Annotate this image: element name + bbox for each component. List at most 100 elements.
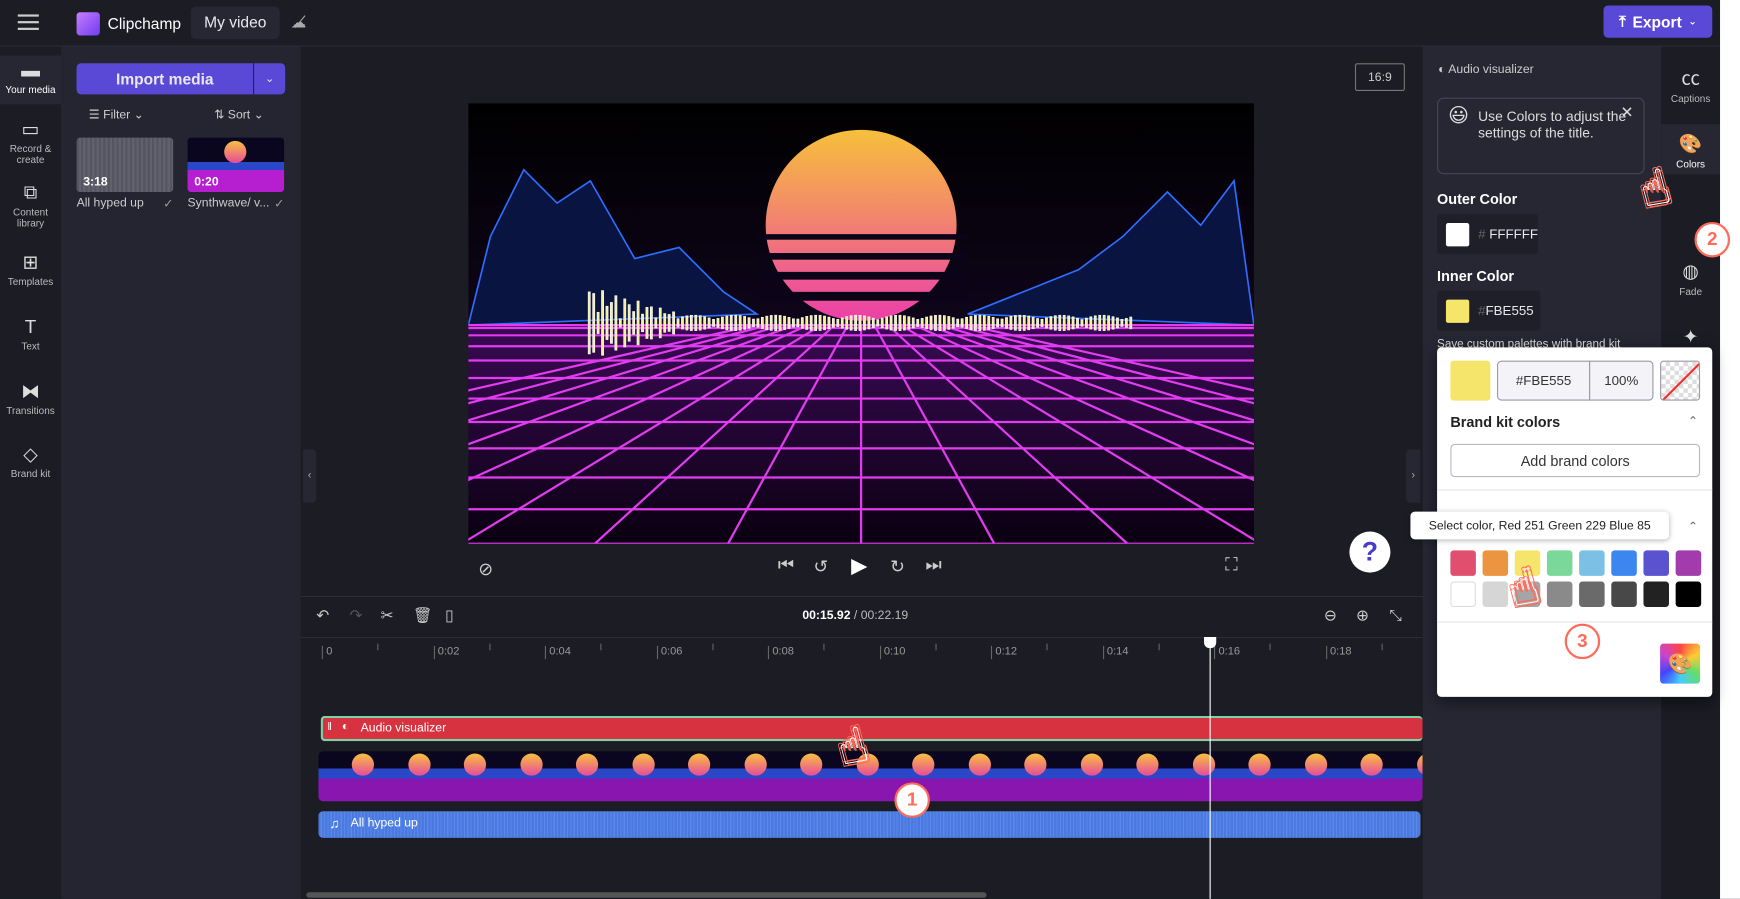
color-swatch[interactable] — [1546, 550, 1573, 576]
media-thumb-video[interactable]: 0:20 — [187, 137, 285, 192]
tab-fade[interactable]: ◍ Fade — [1661, 261, 1720, 298]
tip-box: 😃 Use Colors to adjust the settings of th… — [1437, 97, 1645, 175]
sort-button[interactable]: ⇅ Sort ⌄ — [214, 108, 264, 122]
drag-handle-icon[interactable]: ‖ — [327, 721, 332, 733]
waveform-bar — [756, 318, 760, 328]
color-swatch[interactable] — [1611, 550, 1637, 576]
waveform-bar — [951, 317, 955, 329]
waveform-bar — [734, 314, 738, 331]
tab-captions[interactable]: ㏄ Captions — [1661, 62, 1720, 105]
waveform-bar — [694, 314, 698, 331]
chevron-up-icon[interactable]: ⌃ — [1688, 519, 1698, 533]
color-swatch[interactable] — [1482, 581, 1509, 608]
scissors-icon[interactable]: ✂ — [381, 606, 394, 625]
skip-forward-icon[interactable]: ⏭ — [925, 556, 941, 576]
hide-preview-icon[interactable]: ⊘ — [478, 558, 493, 580]
video-frame-thumb — [1080, 753, 1103, 776]
undo-icon[interactable]: ↶ — [316, 606, 329, 625]
hamburger-icon[interactable] — [17, 14, 39, 30]
waveform-bar — [601, 290, 604, 356]
fullscreen-icon[interactable]: ⛶ — [1225, 556, 1237, 576]
rail-brand-kit[interactable]: ◇ Brand kit — [0, 444, 61, 479]
rail-record-create[interactable]: ▭ Record & create — [0, 119, 61, 165]
fit-timeline-icon[interactable]: ⤡ — [1389, 606, 1401, 625]
ruler-tick: 0:14 — [1102, 645, 1129, 660]
rail-templates[interactable]: ⊞ Templates — [0, 252, 61, 287]
tab-colors[interactable]: 🎨 Colors — [1661, 124, 1721, 175]
inner-color-label: Inner Color — [1437, 267, 1515, 285]
project-title[interactable]: My video — [190, 6, 280, 39]
hex-input[interactable]: #FBE555 — [1496, 360, 1591, 401]
panel-title-text: Audio visualizer — [1448, 63, 1534, 77]
color-swatch[interactable] — [1643, 550, 1669, 576]
aspect-ratio-button[interactable]: 16:9 — [1354, 63, 1405, 91]
zoom-out-icon[interactable]: ⊖ — [1324, 606, 1337, 625]
cloud-off-icon[interactable]: ☁̸ — [291, 13, 307, 32]
rail-text[interactable]: T Text — [0, 317, 61, 352]
color-swatch[interactable] — [1579, 581, 1605, 608]
waveform-bar — [632, 311, 636, 335]
tab-label: Colors — [1676, 158, 1706, 170]
waveform-bar — [827, 316, 831, 330]
playhead-handle[interactable] — [1203, 636, 1217, 649]
add-media-icon[interactable]: ▯ — [445, 606, 454, 625]
color-swatch[interactable] — [1450, 550, 1476, 576]
chevron-up-icon[interactable]: ⌃ — [1688, 414, 1698, 428]
rail-content-library[interactable]: ⧉ Content library — [0, 183, 61, 229]
waveform-bar — [903, 315, 906, 331]
collapse-right-handle[interactable]: › — [1405, 449, 1421, 503]
help-button[interactable]: ? — [1349, 531, 1391, 573]
waveform-bar — [685, 315, 689, 331]
title-track-audio-visualizer[interactable]: ‖ ◐ Audio visualizer — [320, 715, 1423, 742]
color-swatch[interactable] — [1643, 581, 1669, 608]
color-swatch[interactable] — [1546, 581, 1573, 608]
color-swatch[interactable] — [1579, 550, 1605, 576]
video-frame-thumb — [912, 753, 935, 776]
waveform-bar — [716, 318, 720, 328]
media-item-name: All hyped up — [76, 196, 144, 210]
waveform-bar — [818, 315, 822, 331]
inner-color-field[interactable]: #FBE555 — [1437, 290, 1541, 331]
rail-transitions[interactable]: ⧓ Transitions — [0, 381, 61, 416]
collapse-left-handle[interactable]: ‹ — [302, 449, 317, 503]
playhead[interactable] — [1203, 636, 1217, 899]
ruler-tick: 0 — [321, 645, 332, 660]
custom-color-palette-button[interactable]: 🎨 — [1660, 643, 1701, 684]
rail-label: Your media — [5, 84, 56, 96]
export-button[interactable]: ⤒ Export ⌄ — [1603, 5, 1713, 38]
rail-label: Content library — [13, 206, 49, 229]
waveform-bar — [636, 300, 640, 346]
rail-your-media[interactable]: ▬ Your media — [0, 55, 62, 105]
outer-color-field[interactable]: # FFFFFF — [1437, 214, 1538, 255]
trash-icon[interactable]: 🗑 — [413, 606, 433, 625]
color-swatch[interactable] — [1675, 550, 1702, 576]
waveform-bar — [960, 318, 964, 328]
waveform-bar — [1053, 315, 1057, 331]
timeline-scrollbar[interactable] — [306, 892, 987, 898]
color-swatch[interactable] — [1611, 581, 1637, 608]
add-brand-colors-button[interactable]: Add brand colors — [1450, 443, 1701, 478]
waveform-bar — [907, 316, 911, 330]
color-swatch[interactable] — [1450, 581, 1476, 608]
opacity-input[interactable]: 100% — [1589, 360, 1654, 401]
video-frame-thumb — [1248, 753, 1271, 776]
forward-5-icon[interactable]: ↻ — [890, 556, 905, 578]
outer-swatch[interactable] — [1445, 222, 1470, 246]
redo-icon[interactable]: ↷ — [350, 606, 363, 625]
audio-track[interactable]: ♫ All hyped up — [318, 811, 1421, 838]
media-thumb-audio[interactable]: 3:18 — [76, 137, 174, 192]
play-icon[interactable]: ▶ — [851, 554, 867, 580]
waveform-bar — [1111, 316, 1115, 330]
ruler-minor-tick — [934, 643, 937, 651]
video-frame-thumb — [1304, 753, 1327, 776]
skip-back-icon[interactable]: ⏮ — [778, 556, 794, 576]
close-icon[interactable]: ✕ — [1620, 104, 1633, 121]
color-swatch[interactable] — [1675, 581, 1702, 608]
zoom-in-icon[interactable]: ⊕ — [1356, 606, 1369, 625]
import-dropdown-chevron-icon[interactable]: ⌄ — [254, 63, 286, 95]
rewind-5-icon[interactable]: ↺ — [813, 556, 828, 578]
import-media-button[interactable]: Import media — [76, 63, 254, 95]
no-color-button[interactable] — [1660, 360, 1701, 401]
inner-swatch[interactable] — [1445, 299, 1470, 323]
filter-button[interactable]: ☰ Filter ⌄ — [89, 108, 144, 122]
